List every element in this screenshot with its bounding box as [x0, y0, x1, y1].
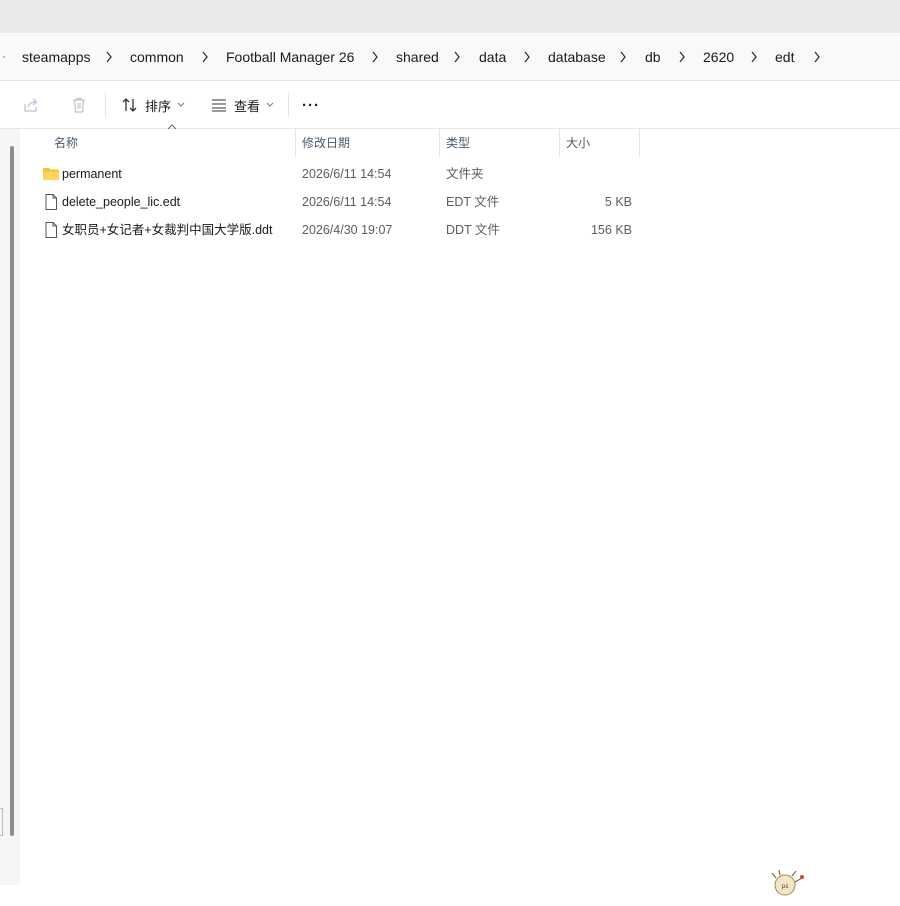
- chevron-down-icon: [177, 102, 185, 107]
- toolbar-divider: [288, 93, 289, 117]
- chevron-right-icon[interactable]: [812, 47, 822, 67]
- file-size: 5 KB: [604, 195, 632, 209]
- share-icon[interactable]: [22, 91, 40, 119]
- breadcrumb-overflow[interactable]: ·: [0, 33, 8, 81]
- view-button[interactable]: 查看: [210, 91, 274, 119]
- chevron-right-icon[interactable]: [200, 47, 210, 67]
- column-divider[interactable]: [559, 129, 560, 157]
- navigation-scrollbar[interactable]: [10, 146, 14, 836]
- more-options-button[interactable]: ···: [302, 91, 320, 119]
- file-modified: 2026/6/11 14:54: [302, 167, 392, 181]
- sort-icon: [122, 98, 137, 112]
- chevron-down-icon: [266, 102, 274, 107]
- breadcrumb-item-database[interactable]: database: [548, 47, 606, 67]
- view-label: 查看: [234, 98, 261, 114]
- mascot-icon: ps: [771, 869, 804, 896]
- column-header-row: 名称 修改日期 类型 大小: [20, 129, 900, 157]
- breadcrumb-item-db[interactable]: db: [645, 47, 661, 67]
- breadcrumb-item-football-manager[interactable]: Football Manager 26: [226, 47, 354, 67]
- breadcrumb-item-edt[interactable]: edt: [775, 47, 794, 67]
- sort-button[interactable]: 排序: [121, 91, 185, 119]
- file-modified: 2026/4/30 19:07: [302, 223, 393, 237]
- navigation-pane-marker: [0, 808, 3, 836]
- breadcrumb-item-2620[interactable]: 2620: [703, 47, 734, 67]
- column-divider[interactable]: [439, 129, 440, 157]
- file-name: 女职员+女记者+女裁判中国大学版.ddt: [62, 223, 273, 237]
- folder-icon: [43, 168, 59, 180]
- column-header-name[interactable]: 名称: [54, 129, 78, 157]
- trash-icon[interactable]: [70, 91, 88, 119]
- chevron-right-icon[interactable]: [677, 47, 687, 67]
- file-icon: [45, 222, 57, 238]
- sort-label: 排序: [145, 98, 172, 114]
- file-icon: [45, 194, 57, 210]
- svg-text:ps: ps: [782, 883, 789, 890]
- breadcrumb-item-steamapps[interactable]: steamapps: [22, 47, 90, 67]
- breadcrumb-item-shared[interactable]: shared: [396, 47, 439, 67]
- column-divider[interactable]: [295, 129, 296, 157]
- chevron-right-icon[interactable]: [749, 47, 759, 67]
- list-item[interactable]: delete_people_lic.edt 2026/6/11 14:54 ED…: [20, 188, 900, 216]
- status-bar: [0, 885, 900, 906]
- file-name: permanent: [62, 167, 122, 181]
- file-modified: 2026/6/11 14:54: [302, 195, 392, 209]
- list-item[interactable]: permanent 2026/6/11 14:54 文件夹: [20, 160, 900, 188]
- address-bar[interactable]: · steamapps common Football Manager 26 s…: [0, 33, 900, 81]
- file-type: DDT 文件: [446, 223, 500, 237]
- command-bar: 排序 查看 ···: [0, 81, 900, 129]
- column-header-type[interactable]: 类型: [446, 129, 470, 157]
- chevron-right-icon[interactable]: [370, 47, 380, 67]
- column-header-modified[interactable]: 修改日期: [302, 129, 350, 157]
- column-divider[interactable]: [639, 129, 640, 157]
- view-list-icon: [212, 99, 226, 112]
- breadcrumb-item-common[interactable]: common: [130, 47, 184, 67]
- file-type: 文件夹: [446, 167, 484, 181]
- file-type: EDT 文件: [446, 195, 500, 209]
- chevron-right-icon[interactable]: [522, 47, 532, 67]
- title-bar-strip: [0, 0, 900, 33]
- chevron-right-icon[interactable]: [452, 47, 462, 67]
- toolbar-divider: [105, 93, 106, 117]
- file-size: 156 KB: [590, 223, 632, 237]
- list-item[interactable]: 女职员+女记者+女裁判中国大学版.ddt 2026/4/30 19:07 DDT…: [20, 216, 900, 244]
- breadcrumb-item-data[interactable]: data: [479, 47, 506, 67]
- chevron-right-icon[interactable]: [104, 47, 114, 67]
- chevron-right-icon[interactable]: [618, 47, 628, 67]
- column-header-size[interactable]: 大小: [566, 129, 590, 157]
- file-name: delete_people_lic.edt: [62, 195, 181, 209]
